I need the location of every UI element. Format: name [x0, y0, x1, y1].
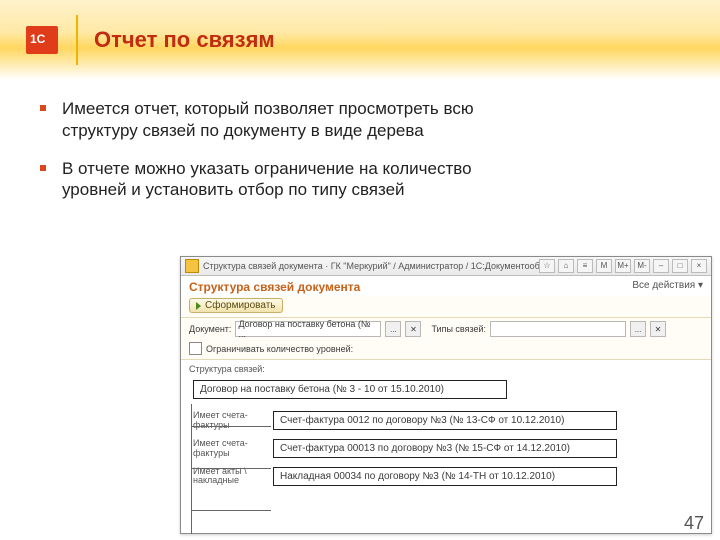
tree-child-node[interactable]: Счет-фактура 0012 по договору №3 (№ 13-С… — [273, 411, 617, 430]
relation-label: Имеет счета-фактуры — [193, 439, 273, 459]
form-header: Структура связей документа Все действия … — [181, 276, 711, 296]
window-title-text: Структура связей документа · ГК "Меркури… — [203, 261, 539, 271]
tree-child-node[interactable]: Накладная 00034 по договору №3 (№ 14-ТН … — [273, 467, 617, 486]
relation-label: Имеет счета-фактуры — [193, 411, 273, 431]
slide-banner: Отчет по связям — [0, 0, 720, 80]
generate-button[interactable]: Сформировать — [189, 298, 283, 313]
tree-root-node[interactable]: Договор на поставку бетона (№ 3 - 10 от … — [193, 380, 507, 399]
form-title: Структура связей документа — [189, 280, 360, 294]
page-number: 47 — [684, 513, 704, 534]
document-label: Документ: — [189, 324, 231, 334]
document-clear-button[interactable]: ✕ — [405, 321, 421, 337]
relation-label: Имеет акты \ накладные — [193, 467, 273, 487]
tree-child-row: Имеет счета-фактуры Счет-фактура 00013 п… — [193, 439, 703, 459]
m-button[interactable]: M — [596, 259, 612, 273]
types-input[interactable] — [490, 321, 626, 337]
tree-child-row: Имеет акты \ накладные Накладная 00034 п… — [193, 467, 703, 487]
bullet-item: Имеется отчет, который позволяет просмот… — [40, 98, 680, 142]
tree-child-node[interactable]: Счет-фактура 00013 по договору №3 (№ 15-… — [273, 439, 617, 458]
divider — [76, 15, 78, 65]
minimize-button[interactable]: – — [653, 259, 669, 273]
relations-tree: Договор на поставку бетона (№ 3 - 10 от … — [181, 376, 711, 502]
app-window: Структура связей документа · ГК "Меркури… — [180, 256, 712, 534]
menu-icon[interactable]: ≡ — [577, 259, 593, 273]
tree-child-row: Имеет счета-фактуры Счет-фактура 0012 по… — [193, 411, 703, 431]
window-titlebar: Структура связей документа · ГК "Меркури… — [181, 257, 711, 276]
home-icon[interactable]: ⌂ — [558, 259, 574, 273]
bullet-dot-icon — [40, 165, 46, 171]
mplus-button[interactable]: M+ — [615, 259, 631, 273]
toolbar: Сформировать — [181, 296, 711, 318]
document-input[interactable]: Договор на поставку бетона (№ ... — [235, 321, 381, 337]
bullet-dot-icon — [40, 105, 46, 111]
types-clear-button[interactable]: ✕ — [650, 321, 666, 337]
bullet-item: В отчете можно указать ограничение на ко… — [40, 158, 680, 202]
document-input-text: Договор на поставку бетона (№ ... — [238, 319, 378, 339]
mminus-button[interactable]: M- — [634, 259, 650, 273]
limit-row: Ограничивать количество уровней: — [181, 340, 711, 360]
maximize-button[interactable]: □ — [672, 259, 688, 273]
all-actions-button[interactable]: Все действия ▾ — [632, 280, 703, 294]
bullet-text: Имеется отчет, который позволяет просмот… — [62, 98, 502, 142]
structure-label: Структура связей: — [181, 360, 711, 376]
close-button[interactable]: × — [691, 259, 707, 273]
play-icon — [196, 302, 201, 310]
filter-row: Документ: Договор на поставку бетона (№ … — [181, 318, 711, 340]
window-controls: ☆ ⌂ ≡ M M+ M- – □ × — [539, 259, 707, 273]
types-lookup-button[interactable]: ... — [630, 321, 646, 337]
app-icon — [185, 259, 199, 273]
bullet-text: В отчете можно указать ограничение на ко… — [62, 158, 502, 202]
limit-label: Ограничивать количество уровней: — [206, 344, 353, 354]
document-lookup-button[interactable]: ... — [385, 321, 401, 337]
slide-title: Отчет по связям — [94, 27, 275, 53]
generate-button-label: Сформировать — [205, 300, 276, 311]
types-label: Типы связей: — [431, 324, 486, 334]
limit-checkbox[interactable] — [189, 342, 202, 355]
slide-body: Имеется отчет, который позволяет просмот… — [0, 80, 720, 201]
fav-icon[interactable]: ☆ — [539, 259, 555, 273]
logo-1c — [14, 18, 70, 62]
